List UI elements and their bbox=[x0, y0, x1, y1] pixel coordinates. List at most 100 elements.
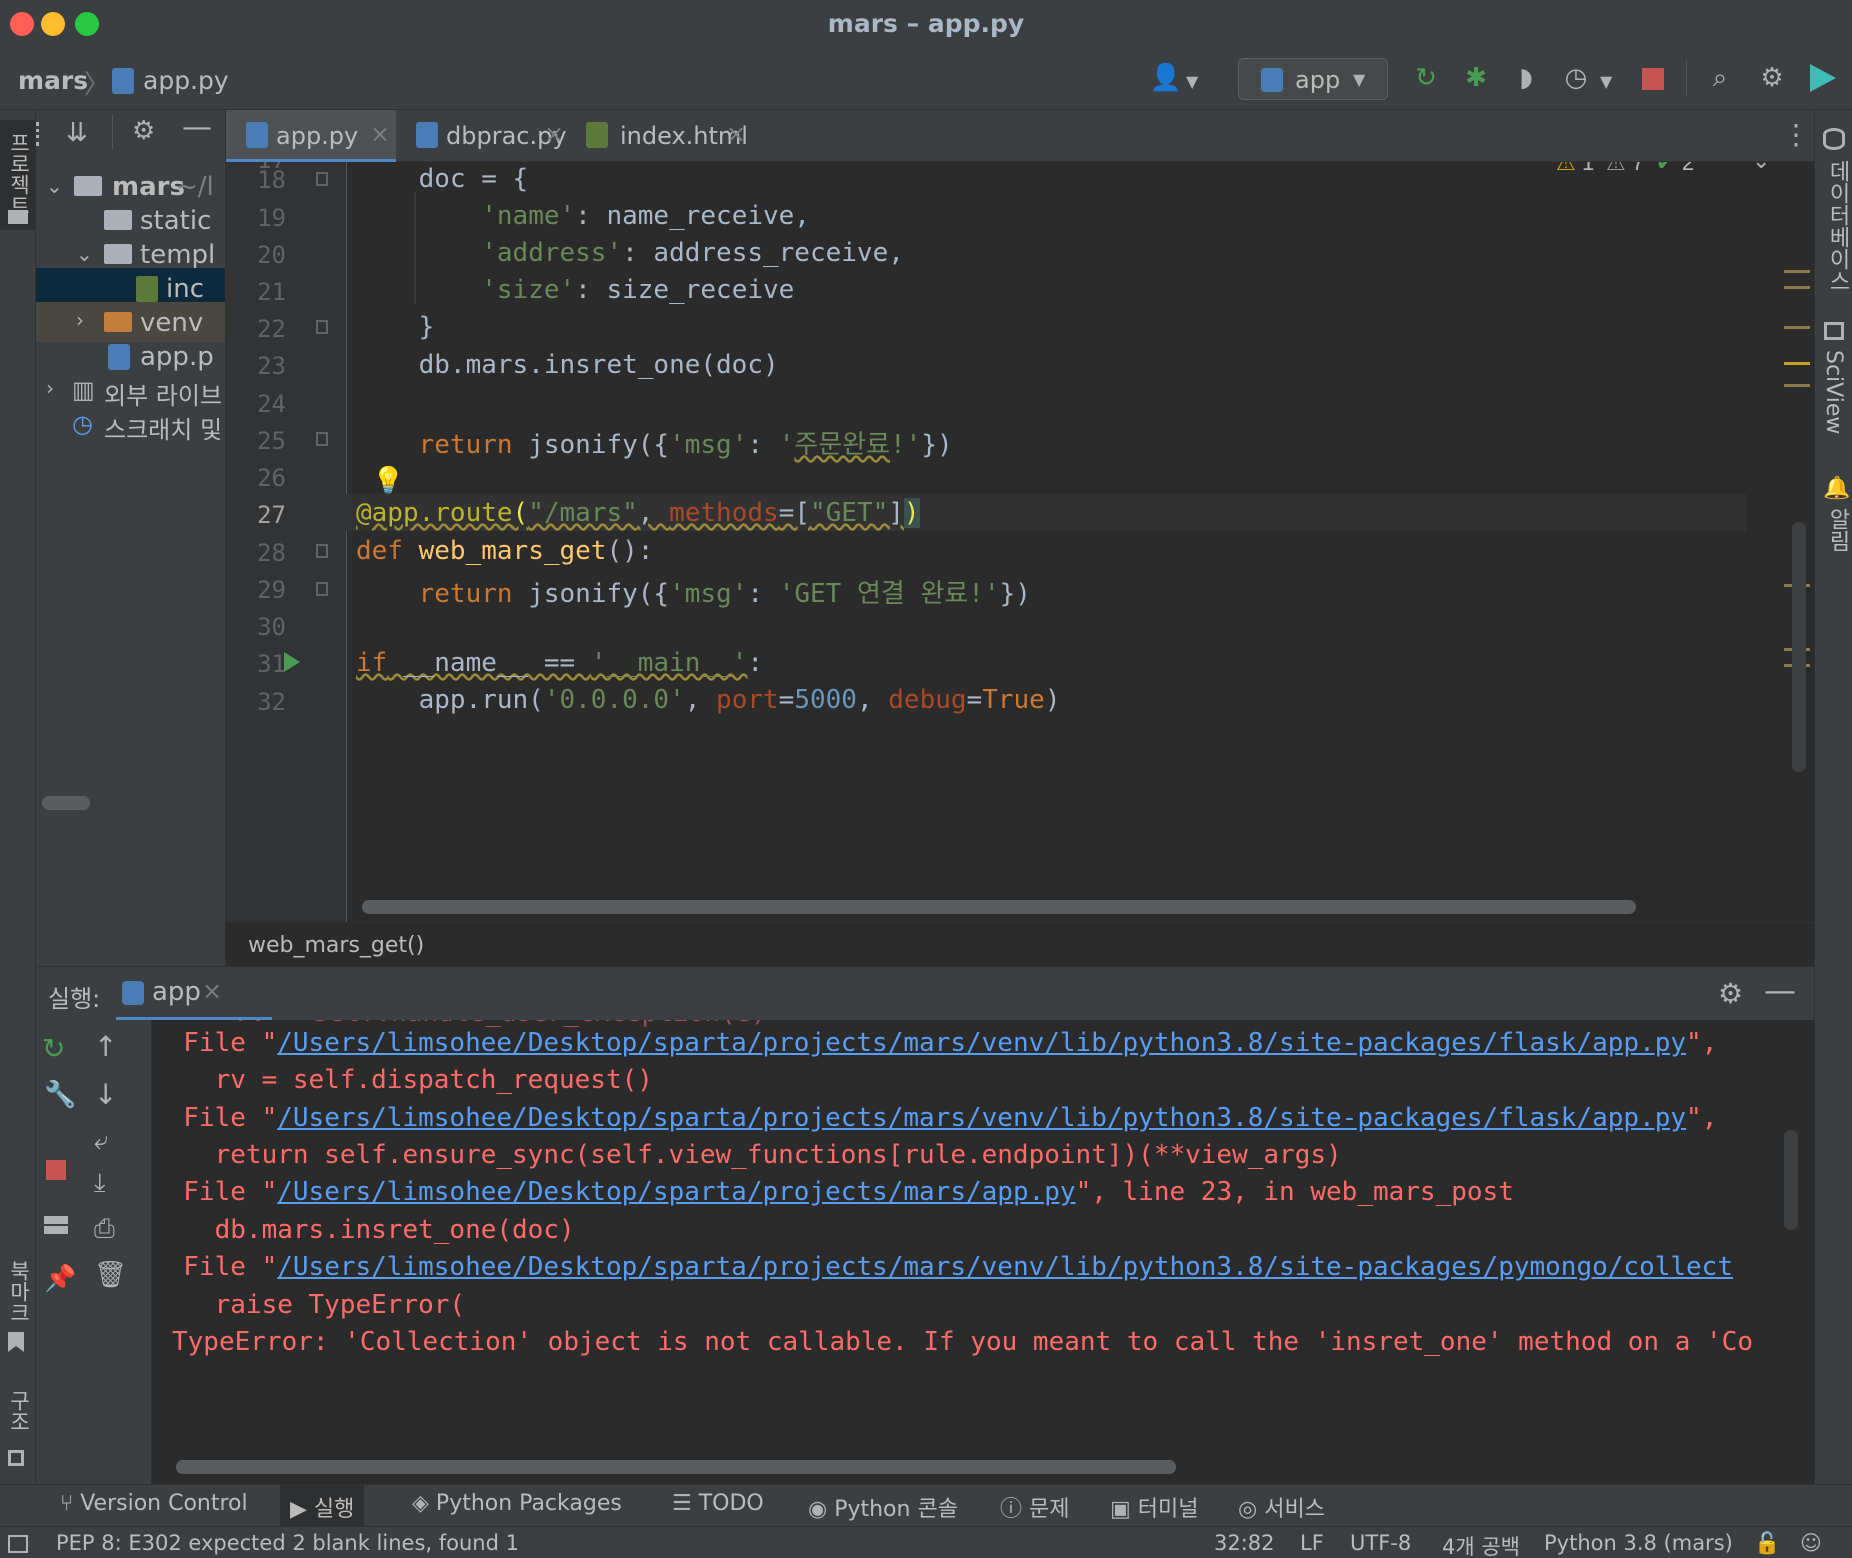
layout-icon[interactable] bbox=[44, 1216, 68, 1234]
structure-icon[interactable] bbox=[8, 1450, 24, 1466]
fold-icon[interactable] bbox=[316, 172, 328, 186]
run-configuration-select[interactable]: app ▼ bbox=[1238, 58, 1388, 100]
hide-panel-icon[interactable]: — bbox=[1764, 971, 1796, 1009]
search-icon[interactable]: ⌕ bbox=[1702, 60, 1738, 96]
code-editor[interactable]: 17 18 19 20 21 22 23 24 25 26 27 28 29 3… bbox=[226, 162, 1814, 922]
profile-icon[interactable]: ◷ bbox=[1558, 60, 1594, 96]
horizontal-scrollbar[interactable] bbox=[42, 796, 90, 810]
arrow-down-icon[interactable]: ↓ bbox=[94, 1078, 117, 1111]
breadcrumb-project[interactable]: mars bbox=[18, 66, 88, 95]
gear-icon[interactable]: ⚙ bbox=[1754, 60, 1790, 96]
inspector-icon[interactable]: ☺ bbox=[1800, 1531, 1822, 1555]
breadcrumb-file[interactable]: app.py bbox=[143, 66, 229, 95]
horizontal-scrollbar[interactable] bbox=[176, 1460, 1176, 1474]
print-icon[interactable]: ⎙ bbox=[94, 1214, 115, 1245]
debug-icon[interactable]: ✱ bbox=[1458, 60, 1494, 96]
bookmarks-tool-label[interactable]: 북마크 bbox=[4, 1260, 34, 1323]
sciview-tool-label[interactable]: SciView bbox=[1821, 350, 1846, 434]
tool-python-console[interactable]: ◉ Python 콘솔 bbox=[808, 1491, 958, 1523]
structure-tool-label[interactable]: 구조 bbox=[4, 1390, 34, 1432]
python-interpreter[interactable]: Python 3.8 (mars) bbox=[1544, 1531, 1733, 1555]
tool-services[interactable]: ◎ 서비스 bbox=[1238, 1491, 1325, 1523]
wrench-icon[interactable]: 🔧 bbox=[44, 1080, 76, 1110]
chevron-down-icon[interactable]: ⌄ bbox=[46, 174, 63, 198]
run-tab-app[interactable]: app × bbox=[116, 967, 272, 1021]
collapse-all-icon[interactable]: ⇊ bbox=[66, 118, 88, 148]
run-console[interactable]: rv = self.handle_user_exception(e) File … bbox=[152, 1020, 1814, 1484]
breadcrumb-function[interactable]: web_mars_get() bbox=[248, 933, 424, 958]
lock-icon[interactable]: 🔓 bbox=[1754, 1531, 1780, 1556]
gear-icon[interactable]: ⚙ bbox=[1718, 977, 1743, 1010]
tab-dbprac-py[interactable]: dbprac.py × bbox=[396, 110, 568, 162]
chevron-down-icon[interactable]: ▼ bbox=[1600, 72, 1612, 91]
stop-icon[interactable] bbox=[46, 1160, 66, 1180]
lightbulb-icon[interactable]: 💡 bbox=[372, 466, 404, 496]
rerun-icon[interactable]: ↻ bbox=[1408, 60, 1444, 96]
project-tool-window-button[interactable]: 프로젝트 bbox=[0, 120, 36, 230]
warning-marker[interactable] bbox=[1784, 384, 1810, 387]
coverage-icon[interactable]: ◗ bbox=[1508, 60, 1544, 96]
status-message[interactable]: PEP 8: E302 expected 2 blank lines, foun… bbox=[56, 1531, 519, 1555]
fold-icon[interactable] bbox=[316, 544, 328, 558]
warning-marker[interactable] bbox=[1784, 362, 1810, 365]
file-link[interactable]: /Users/limsohee/Desktop/sparta/projects/… bbox=[277, 1177, 1075, 1207]
chevron-right-icon[interactable]: › bbox=[76, 308, 84, 332]
file-link[interactable]: /Users/limsohee/Desktop/sparta/projects/… bbox=[277, 1028, 1686, 1058]
caret-position[interactable]: 32:82 bbox=[1214, 1531, 1275, 1555]
notifications-tool-label[interactable]: 알림 bbox=[1821, 508, 1852, 552]
file-link[interactable]: /Users/limsohee/Desktop/sparta/projects/… bbox=[277, 1103, 1686, 1133]
database-icon[interactable] bbox=[1823, 128, 1845, 150]
tool-run[interactable]: ▶ 실행 bbox=[280, 1485, 365, 1527]
trash-icon[interactable]: 🗑 bbox=[94, 1260, 127, 1290]
close-icon[interactable]: × bbox=[202, 977, 222, 1005]
panel-toggle-icon[interactable] bbox=[8, 1535, 28, 1553]
tab-index-html[interactable]: index.html × bbox=[568, 110, 748, 162]
sciview-icon[interactable] bbox=[1824, 322, 1844, 340]
rerun-icon[interactable]: ↻ bbox=[42, 1032, 65, 1065]
fold-icon[interactable] bbox=[316, 582, 328, 596]
close-icon[interactable]: × bbox=[544, 120, 564, 148]
tool-python-packages[interactable]: ◈ Python Packages bbox=[412, 1491, 622, 1516]
chevron-down-icon[interactable]: ▼ bbox=[1186, 72, 1198, 91]
tool-version-control[interactable]: ⑂ Version Control bbox=[60, 1491, 248, 1516]
fold-icon[interactable] bbox=[316, 320, 328, 334]
arrow-up-icon[interactable]: ↑ bbox=[94, 1030, 117, 1063]
close-icon[interactable]: × bbox=[726, 120, 746, 148]
file-link[interactable]: /Users/limsohee/Desktop/sparta/projects/… bbox=[277, 1252, 1733, 1282]
vertical-scrollbar[interactable] bbox=[1792, 522, 1806, 772]
fold-icon[interactable] bbox=[316, 432, 328, 446]
tab-app-py[interactable]: app.py × bbox=[226, 110, 396, 162]
tool-todo[interactable]: ☰ TODO bbox=[672, 1491, 764, 1516]
panel-selector-icon[interactable] bbox=[36, 122, 46, 146]
tree-item-scratches[interactable]: ◷ 스크래치 및 bbox=[36, 404, 225, 444]
scroll-to-end-icon[interactable]: ⤓ bbox=[94, 1168, 106, 1199]
tool-terminal[interactable]: ▣ 터미널 bbox=[1110, 1491, 1199, 1523]
chevron-down-icon[interactable]: ⌄ bbox=[76, 242, 93, 266]
soft-wrap-icon[interactable]: ⤶ bbox=[94, 1126, 109, 1157]
next-highlight-icon[interactable]: ⌄ bbox=[1752, 162, 1770, 174]
run-gutter-icon[interactable] bbox=[284, 652, 300, 672]
more-tabs-icon[interactable]: ⋮ bbox=[1782, 118, 1810, 151]
line-separator[interactable]: LF bbox=[1300, 1531, 1324, 1555]
close-icon[interactable]: × bbox=[370, 120, 390, 148]
warning-marker[interactable] bbox=[1784, 270, 1810, 273]
vertical-scrollbar[interactable] bbox=[1784, 1130, 1798, 1230]
pin-icon[interactable]: 📌 bbox=[44, 1264, 76, 1294]
bell-icon[interactable]: 🔔 bbox=[1823, 476, 1850, 501]
tool-problems[interactable]: ⓘ 문제 bbox=[1000, 1491, 1069, 1523]
bookmark-icon[interactable] bbox=[8, 1332, 24, 1352]
indent-setting[interactable]: 4개 공백 bbox=[1442, 1531, 1520, 1558]
pycharm-logo-icon[interactable] bbox=[1810, 64, 1836, 92]
inspection-widget[interactable]: ⚠ 1 ⚠ 7 ✔ 2 ⌃ ⌄ bbox=[1556, 162, 1814, 190]
horizontal-scrollbar[interactable] bbox=[362, 900, 1636, 914]
gear-icon[interactable]: ⚙ bbox=[132, 116, 155, 146]
warning-marker[interactable] bbox=[1784, 286, 1810, 289]
hide-panel-icon[interactable]: — bbox=[182, 110, 212, 145]
stop-icon[interactable] bbox=[1642, 68, 1664, 90]
database-tool-label[interactable]: 데이터베이스 bbox=[1821, 160, 1852, 292]
previous-highlight-icon[interactable]: ⌃ bbox=[1718, 162, 1736, 174]
user-icon[interactable]: 👤 bbox=[1148, 60, 1184, 96]
warning-marker[interactable] bbox=[1784, 326, 1810, 329]
file-encoding[interactable]: UTF-8 bbox=[1350, 1531, 1411, 1555]
chevron-right-icon[interactable]: › bbox=[46, 376, 54, 400]
